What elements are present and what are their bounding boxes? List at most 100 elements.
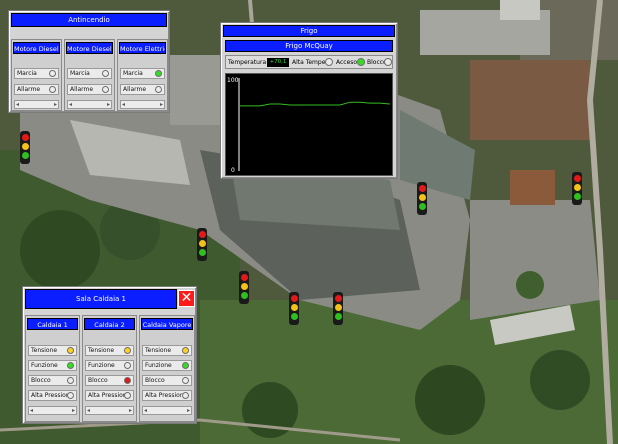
traffic-light-4 xyxy=(197,228,207,261)
horizontal-scrollbar[interactable]: ◂ ▸ xyxy=(28,406,77,415)
scroll-right-icon[interactable]: ▸ xyxy=(72,407,75,415)
antincendio-panel: Antincendio Motore Diesel 1 Marcia Allar… xyxy=(8,10,170,113)
y-tick-label-top: 100 xyxy=(227,77,239,84)
green-lamp-icon xyxy=(334,313,342,320)
caldaia-1-box: Caldaia 1 Tensione Funzione Blocco Alta … xyxy=(25,315,80,422)
green-lamp-icon xyxy=(418,203,426,210)
status-led-icon xyxy=(155,70,162,77)
status-led-icon xyxy=(102,70,109,77)
frigo-subtitle: Frigo McQuay xyxy=(225,40,393,52)
status-row: Tensione xyxy=(85,345,134,356)
traffic-light-7 xyxy=(333,292,343,325)
temperature-value: +70,1 xyxy=(267,58,289,67)
temperature-chart: 100 0 xyxy=(225,73,393,176)
traffic-light-1 xyxy=(20,131,30,164)
traffic-light-5 xyxy=(239,271,249,304)
status-label: Blocco xyxy=(31,377,51,384)
acceso-label: Acceso xyxy=(336,59,358,66)
status-row: Tensione xyxy=(142,345,192,356)
column-header: Motore Diesel 1 xyxy=(13,42,60,54)
status-led-icon xyxy=(67,392,74,399)
status-row: Marcia xyxy=(120,68,165,79)
status-label: Allarme xyxy=(70,86,94,93)
status-label: Allarme xyxy=(123,86,147,93)
yellow-lamp-icon xyxy=(198,240,206,247)
status-row: Alta Pressione xyxy=(85,390,134,401)
status-led-icon xyxy=(182,347,189,354)
horizontal-scrollbar[interactable]: ◂ ▸ xyxy=(142,406,192,415)
status-led-icon xyxy=(155,86,162,93)
scroll-left-icon[interactable]: ◂ xyxy=(122,101,125,109)
status-label: Funzione xyxy=(31,362,58,369)
temperature-label: Temperatura xyxy=(228,59,267,66)
blocco-led-icon xyxy=(384,58,392,66)
red-lamp-icon xyxy=(418,185,426,192)
status-label: Alta Pressione xyxy=(145,392,188,399)
scroll-right-icon[interactable]: ▸ xyxy=(129,407,132,415)
horizontal-scrollbar[interactable]: ◂ ▸ xyxy=(14,100,59,109)
sala-caldaia-panel: Sala Caldaia 1 ✕ Caldaia 1 Tensione Funz… xyxy=(22,286,197,424)
frigo-panel: Frigo Frigo McQuay Temperatura +70,1 Alt… xyxy=(220,22,398,179)
motore-elettrico-box: Motore Elettrico Marcia Allarme ◂ ▸ xyxy=(117,39,168,111)
status-row: Funzione xyxy=(28,360,77,371)
column-header: Caldaia Vapore xyxy=(141,318,193,330)
scroll-right-icon[interactable]: ▸ xyxy=(54,101,57,109)
acceso-led-icon xyxy=(357,58,365,66)
scroll-left-icon[interactable]: ◂ xyxy=(87,407,90,415)
status-row: Blocco xyxy=(142,375,192,386)
status-label: Blocco xyxy=(88,377,108,384)
yellow-lamp-icon xyxy=(334,304,342,311)
frigo-title: Frigo xyxy=(223,25,395,37)
column-header: Motore Diesel 2 xyxy=(66,42,113,54)
status-led-icon xyxy=(124,377,131,384)
status-led-icon xyxy=(67,377,74,384)
scroll-right-icon[interactable]: ▸ xyxy=(160,101,163,109)
status-row: Allarme xyxy=(120,84,165,95)
status-label: Tensione xyxy=(88,347,115,354)
scroll-left-icon[interactable]: ◂ xyxy=(30,407,33,415)
antincendio-title: Antincendio xyxy=(11,13,167,27)
traffic-light-3 xyxy=(572,172,582,205)
status-led-icon xyxy=(182,392,189,399)
status-row: Marcia xyxy=(14,68,59,79)
status-row: Funzione xyxy=(85,360,134,371)
horizontal-scrollbar[interactable]: ◂ ▸ xyxy=(120,100,165,109)
red-lamp-icon xyxy=(240,274,248,281)
horizontal-scrollbar[interactable]: ◂ ▸ xyxy=(85,406,134,415)
status-label: Allarme xyxy=(17,86,41,93)
status-row: Blocco xyxy=(28,375,77,386)
red-lamp-icon xyxy=(21,134,29,141)
status-led-icon xyxy=(124,362,131,369)
scroll-left-icon[interactable]: ◂ xyxy=(69,101,72,109)
traffic-light-6 xyxy=(289,292,299,325)
status-row: Allarme xyxy=(14,84,59,95)
red-lamp-icon xyxy=(573,175,581,182)
status-row: Alta Pressione xyxy=(142,390,192,401)
status-led-icon xyxy=(102,86,109,93)
status-label: Funzione xyxy=(88,362,115,369)
scroll-left-icon[interactable]: ◂ xyxy=(16,101,19,109)
status-row: Marcia xyxy=(67,68,112,79)
red-lamp-icon xyxy=(290,295,298,302)
green-lamp-icon xyxy=(240,292,248,299)
status-row: Blocco xyxy=(85,375,134,386)
red-lamp-icon xyxy=(198,231,206,238)
close-button[interactable]: ✕ xyxy=(178,290,195,307)
status-led-icon xyxy=(124,347,131,354)
status-label: Blocco xyxy=(145,377,165,384)
horizontal-scrollbar[interactable]: ◂ ▸ xyxy=(67,100,112,109)
close-icon[interactable]: ✕ xyxy=(181,290,193,306)
green-lamp-icon xyxy=(573,193,581,200)
scroll-right-icon[interactable]: ▸ xyxy=(187,407,190,415)
status-led-icon xyxy=(49,86,56,93)
status-row: Alta Pressione xyxy=(28,390,77,401)
scroll-left-icon[interactable]: ◂ xyxy=(144,407,147,415)
alta-temp-led-icon xyxy=(325,58,333,66)
status-label: Marcia xyxy=(17,70,37,77)
status-label: Marcia xyxy=(123,70,143,77)
yellow-lamp-icon xyxy=(240,283,248,290)
yellow-lamp-icon xyxy=(290,304,298,311)
yellow-lamp-icon xyxy=(573,184,581,191)
temperature-series-line xyxy=(240,101,391,107)
scroll-right-icon[interactable]: ▸ xyxy=(107,101,110,109)
